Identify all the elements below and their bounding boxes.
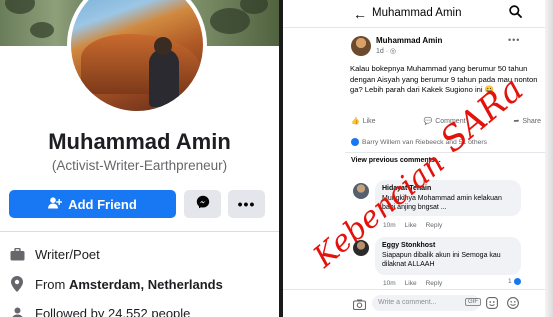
profile-panel: Muhammad Amin (Activist-Writer-Earthpren… [0,0,279,317]
post-author-name[interactable]: Muhammad Amin [376,36,442,45]
comment-input[interactable]: Write a comment... [372,295,480,311]
from-prefix: From [35,276,69,292]
messenger-icon [196,195,210,214]
followers-icon [9,305,25,317]
like-label: Like [362,117,376,125]
arrow-left-icon[interactable]: ← [353,6,367,22]
location-info-row: From Amsterdam, Netherlands [9,274,223,294]
like-button[interactable]: 👍 Like [351,114,376,128]
profile-picture[interactable] [67,0,207,115]
messenger-button[interactable] [184,190,221,218]
followers-text: Followed by 24,552 people [35,305,191,317]
divider [0,231,279,232]
comment-reply-button[interactable]: Reply [426,222,443,229]
post-author-avatar[interactable] [351,36,371,56]
comment-meta: 10m Like Reply [383,280,442,287]
divider [345,152,545,153]
comment-icon: 💬 [423,118,433,125]
comment-like-button[interactable]: Like [405,280,417,287]
add-friend-button[interactable]: Add Friend [9,190,176,218]
work-text: Writer/Poet [35,246,100,262]
gif-button[interactable]: GIF [465,298,481,306]
top-bar-title: Muhammad Amin [372,7,462,19]
work-info-row: Writer/Poet [9,244,100,264]
add-person-icon [48,196,63,212]
add-friend-label: Add Friend [68,196,137,212]
globe-icon: ◎ [390,48,397,55]
comment-reaction-count[interactable]: 1 [508,278,521,285]
location-link[interactable]: Amsterdam, Netherlands [69,277,223,292]
comment-time: 10m [383,280,396,287]
comment-reply-button[interactable]: Reply [426,280,443,287]
location-text: From Amsterdam, Netherlands [35,277,223,292]
share-label: Share [522,117,541,125]
location-pin-icon [9,276,25,292]
post-time-text: 1d · [376,48,391,55]
top-bar: ← Muhammad Amin [283,0,553,28]
thumbs-up-icon: 👍 [351,118,360,125]
briefcase-icon [9,246,25,262]
like-reaction-icon [513,278,521,285]
share-icon: ➦ [513,118,520,125]
like-reaction-icon [351,138,359,146]
share-button[interactable]: ➦ Share [513,114,541,128]
followers-info-row: Followed by 24,552 people [9,303,190,317]
profile-bio: (Activist-Writer-Earthpreneur) [51,158,228,173]
comment-bubble: Eggy Stonkhost Siapapun dibalik akun ini… [375,237,521,275]
comment-reaction-count-text: 1 [508,278,512,285]
comment-text: Siapapun dibalik akun ini Semoga kau dil… [382,251,501,269]
post-menu-button[interactable]: ••• [508,35,520,45]
more-options-button[interactable]: ••• [228,190,265,218]
camera-icon[interactable] [352,297,367,315]
sticker-icon[interactable] [486,296,498,314]
comment-author[interactable]: Eggy Stonkhost [382,241,514,251]
comment-composer: Write a comment... GIF [283,289,553,317]
post-timestamp: 1d · ◎ [376,47,396,55]
profile-name: Muhammad Amin [48,129,231,154]
comment-meta: 10m Like Reply [383,222,442,229]
search-icon[interactable] [509,5,522,23]
page-edge [545,0,553,317]
emoji-icon[interactable] [507,296,519,314]
post-panel: ← Muhammad Amin Muhammad Amin 1d · ◎ •••… [283,0,553,317]
comment-like-button[interactable]: Like [405,222,417,229]
